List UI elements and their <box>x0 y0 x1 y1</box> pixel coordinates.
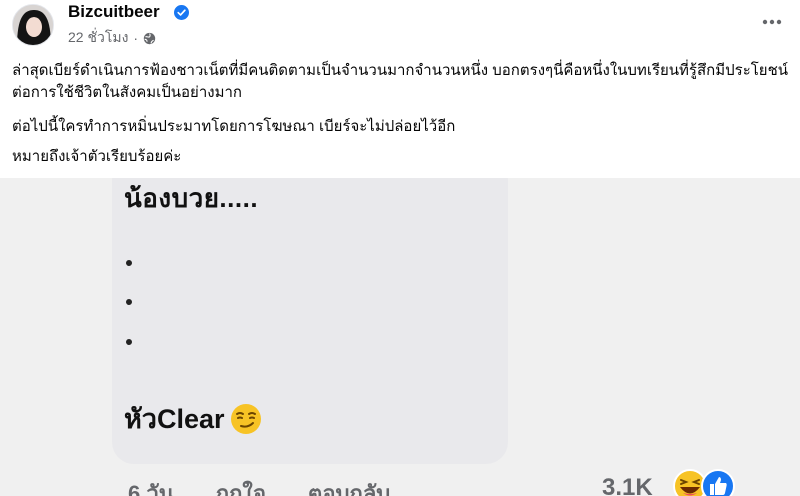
meta-separator: · <box>133 30 139 46</box>
post-paragraph: ล่าสุดเบียร์ดำเนินการฟ้องชาวเน็ตที่มีคนต… <box>12 62 789 101</box>
comment-closing: หัวClear <box>124 397 263 440</box>
comment-age: 6 วัน <box>128 481 174 496</box>
smirk-emoji-icon <box>230 403 261 434</box>
more-options-icon <box>762 19 782 25</box>
comment-bubble: น้องบวย..... หัวClear <box>112 178 508 464</box>
author-name[interactable]: Bizcuitbeer <box>68 2 160 22</box>
post-image[interactable]: น้องบวย..... หัวClear 6 วัน ถูกใจ ตอบกลั… <box>0 178 800 496</box>
reaction-icons <box>672 468 736 496</box>
avatar[interactable] <box>12 4 54 46</box>
comment-closing-text: หัวClear <box>124 404 225 434</box>
post-time[interactable]: 22 ชั่วโมง <box>68 27 128 49</box>
verified-badge-icon <box>174 5 189 20</box>
globe-icon <box>143 32 156 44</box>
comment-actions: 6 วัน ถูกใจ ตอบกลับ <box>128 476 432 496</box>
bullet-dot <box>126 299 132 305</box>
more-options-button[interactable] <box>756 6 788 38</box>
bullet-dot <box>126 339 132 345</box>
like-reaction-icon <box>701 469 735 496</box>
reply-comment-link: ตอบกลับ <box>308 481 391 496</box>
post-meta: 22 ชั่วโมง · <box>68 27 156 49</box>
bullet-dot <box>126 260 132 266</box>
reaction-count: 3.1K <box>602 474 653 496</box>
post-paragraph: หมายถึงเจ้าตัวเรียบร้อยค่ะ <box>12 148 182 165</box>
post-paragraph: ต่อไปนี้ใครทำการหมิ่นประมาทโดยการโฆษณา เ… <box>12 118 456 135</box>
like-comment-link: ถูกใจ <box>215 481 267 496</box>
comment-title: น้องบวย..... <box>124 183 259 213</box>
post-header: Bizcuitbeer 22 ชั่วโมง · <box>0 0 800 58</box>
